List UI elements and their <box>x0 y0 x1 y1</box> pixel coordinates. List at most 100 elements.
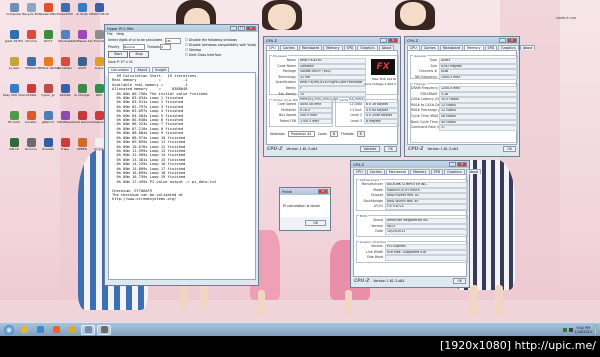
app-icon <box>9 138 19 147</box>
app-icon <box>94 3 104 12</box>
stop-button[interactable]: Stop <box>129 51 149 58</box>
tab-about[interactable]: About <box>465 169 482 174</box>
threads-label: Threads <box>340 132 354 136</box>
cpuz-brand: CPU-Z <box>408 146 424 152</box>
app-icon <box>60 111 70 120</box>
maximize-button[interactable]: □ <box>238 26 245 31</box>
field-row: NB Frequency 2400.3 MHz <box>411 74 517 81</box>
cpuz-titlebar[interactable]: CPU-Z _ x <box>351 161 469 168</box>
voltage-label: Core Voltage <box>364 82 384 86</box>
minimize-button[interactable]: _ <box>449 162 456 167</box>
cpu-z-icon <box>84 326 92 333</box>
tab-about[interactable]: About <box>519 45 536 50</box>
threads-value: 8 <box>356 131 365 137</box>
app-icon <box>94 30 104 39</box>
show-desktop-button[interactable] <box>594 324 597 335</box>
app-icon <box>26 57 36 66</box>
close-button[interactable]: x <box>457 162 467 167</box>
general-group-title: General <box>413 54 427 58</box>
cpuz-version: Version 1.61.3.x64 <box>373 279 405 283</box>
ok-button[interactable]: OK <box>503 146 516 152</box>
taskbar: 9:42 PM 1/18/2012 <box>0 322 600 336</box>
taskbar-explorer-button[interactable] <box>17 325 31 335</box>
desktop-icon-label: CPUID CPU-Z <box>89 13 109 16</box>
close-button[interactable]: x <box>507 38 517 43</box>
clock-date: 1/18/2012 <box>574 329 592 334</box>
app-icon <box>9 3 19 12</box>
app-icon <box>94 57 104 66</box>
taskbar-cpu-z-button[interactable] <box>81 324 95 335</box>
cpuz-title: CPU-Z <box>266 38 278 43</box>
field-label: NB Frequency <box>414 74 437 79</box>
start-button[interactable]: Start <box>108 51 128 58</box>
timings-group-title: Timings <box>413 82 427 86</box>
cache-group-title: Cache <box>338 98 350 102</box>
option-checkbox[interactable]: ☐ Alert Glass Interface <box>185 53 256 58</box>
app-icon <box>60 84 70 93</box>
field-value: ITE IT8721 <box>385 204 467 210</box>
finish-dialog: Finish x PI calculation is done! OK <box>279 187 331 231</box>
validate-button[interactable]: Validate <box>359 146 381 152</box>
cpuz-title: CPU-Z <box>353 162 365 167</box>
cpuz-titlebar[interactable]: CPU-Z _ x <box>264 37 400 44</box>
volume-icon[interactable] <box>568 327 573 332</box>
ok-button[interactable]: OK <box>453 278 466 284</box>
dialog-message: PI calculation is done! <box>280 195 330 217</box>
minimize-button[interactable]: _ <box>380 38 387 43</box>
hyperpi-title: Hyper PI 0.99b <box>107 26 134 31</box>
start-button[interactable] <box>4 324 14 335</box>
taskbar-media-button[interactable] <box>33 325 47 335</box>
processor-select[interactable]: Processor #1 <box>287 131 315 137</box>
network-icon[interactable] <box>562 327 567 332</box>
field-value: 2700.3 MHz <box>298 118 332 125</box>
app-icon <box>9 111 19 120</box>
minimize-button[interactable]: _ <box>230 26 237 31</box>
priority-select[interactable]: Normal <box>123 44 145 50</box>
calc-label: Select digits of pi to be calculated <box>108 38 163 42</box>
taskbar-folder-button[interactable] <box>65 325 79 335</box>
app-icon <box>60 30 70 39</box>
dialog-ok-button[interactable]: OK <box>305 220 326 226</box>
hyperpi-titlebar[interactable]: Hyper PI 0.99b _ □ x <box>105 25 258 32</box>
dialog-titlebar[interactable]: Finish x <box>280 188 330 195</box>
field-value: 2400.3 MHz <box>439 74 517 81</box>
app-icon <box>26 111 36 120</box>
taskbar-firefox-button[interactable] <box>49 325 63 335</box>
max-tdp-label: Max TDP <box>372 77 386 81</box>
dialog-title: Finish <box>282 189 293 194</box>
app-icon <box>94 138 104 147</box>
field-label: Level 3 <box>350 118 362 123</box>
priority-label: Priority <box>108 45 120 49</box>
field-label: Side Band <box>366 255 383 260</box>
field-label: Command Rate (CR) <box>411 125 444 130</box>
app-icon <box>26 3 36 12</box>
firefox-icon <box>52 326 60 333</box>
app-icon <box>77 3 87 12</box>
app-icon <box>43 30 53 39</box>
field-row: Level 38 MBytes <box>336 118 398 125</box>
cpuz-title: CPU-Z <box>407 38 419 43</box>
field-row: Command Rate (CR) 1T <box>411 125 517 131</box>
taskbar-hyperpi-button[interactable] <box>97 324 111 335</box>
close-button[interactable]: x <box>246 26 256 31</box>
app-icon <box>43 111 53 120</box>
cpuz-titlebar[interactable]: CPU-Z _ x <box>405 37 519 44</box>
clock[interactable]: 9:42 PM 1/18/2012 <box>575 326 592 334</box>
app-icon <box>77 57 87 66</box>
field-label: LPCIO <box>373 204 383 209</box>
threads-select[interactable]: 4 <box>160 44 171 50</box>
close-button[interactable]: x <box>388 38 398 43</box>
field-row: Rated FSB 2700.3 MHz <box>270 118 332 125</box>
app-icon <box>94 111 104 120</box>
voltage-value: 1.404 V <box>384 82 396 86</box>
close-button[interactable]: x <box>318 189 328 194</box>
app-icon <box>60 138 70 147</box>
desktop-icon[interactable]: CPUID CPU-Z <box>88 3 110 25</box>
ok-button[interactable]: OK <box>384 146 397 152</box>
minimize-button[interactable]: _ <box>499 38 506 43</box>
app-icon <box>94 84 104 93</box>
field-row: LPCIO ITE IT8721 <box>357 204 467 210</box>
field-row: Side Band <box>357 255 467 261</box>
app-icon <box>26 30 36 39</box>
clocks-group-title: Clocks (Core #0) <box>272 98 300 102</box>
